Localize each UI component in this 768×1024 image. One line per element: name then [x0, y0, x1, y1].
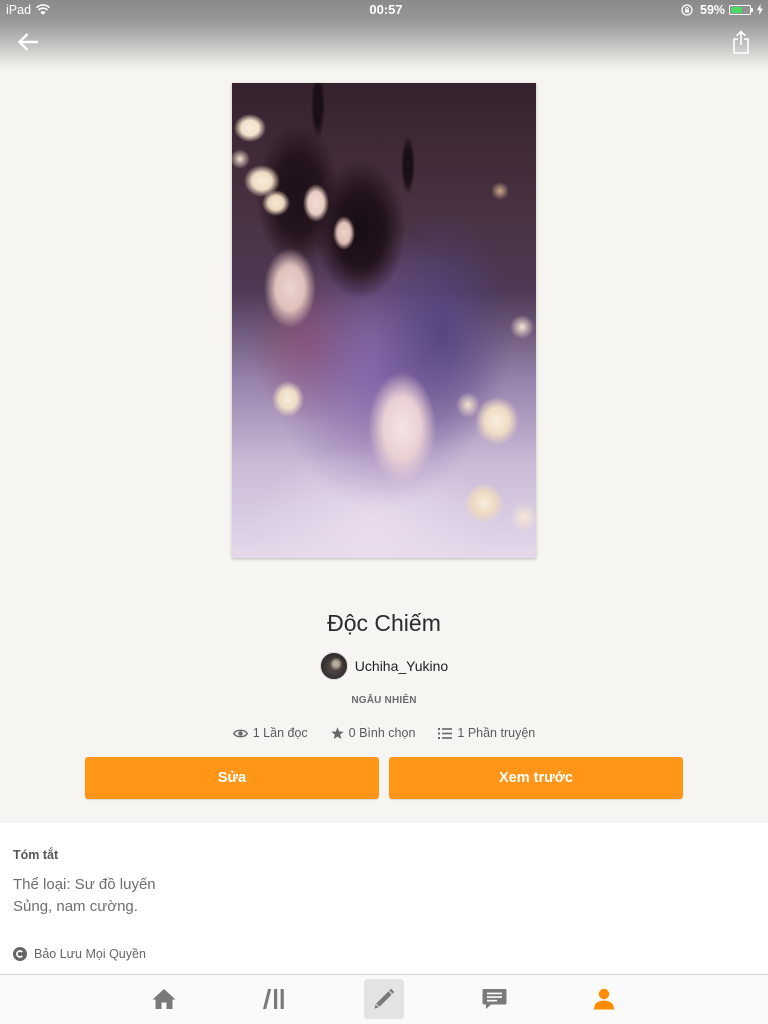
stat-parts-label: 1 Phần truyện	[457, 726, 536, 740]
summary-heading: Tóm tắt	[13, 848, 59, 862]
tab-profile[interactable]	[584, 979, 624, 1019]
tab-home[interactable]	[144, 979, 184, 1019]
rotation-lock-icon	[681, 4, 693, 16]
story-cover	[232, 83, 536, 558]
wifi-icon	[36, 4, 50, 15]
star-icon	[330, 726, 344, 739]
tab-write[interactable]	[364, 979, 404, 1019]
stat-parts: 1 Phần truyện	[438, 724, 535, 742]
copyright-notice: Bảo Lưu Mọi Quyền	[13, 946, 146, 962]
tab-messages[interactable]	[474, 979, 514, 1019]
author-avatar	[319, 652, 348, 680]
stat-reads-label: 1 Lần đọc	[252, 726, 308, 740]
pencil-icon	[374, 988, 395, 1009]
tab-library[interactable]	[254, 979, 294, 1019]
back-arrow-icon	[17, 33, 38, 51]
author-row[interactable]: Uchiha_Yukino	[0, 652, 768, 680]
share-icon	[733, 30, 749, 54]
stat-reads: 1 Lần đọc	[232, 724, 308, 742]
home-icon	[152, 989, 176, 1009]
author-name: Uchiha_Yukino	[354, 658, 449, 674]
back-button[interactable]	[11, 26, 45, 58]
battery-icon	[729, 5, 753, 15]
list-icon	[438, 727, 453, 739]
preview-button[interactable]: Xem trước	[389, 757, 683, 799]
battery-level	[731, 7, 742, 13]
summary-text: Thể loại: Sư đồ luyến Sủng, nam cường.	[13, 874, 156, 918]
share-button[interactable]	[725, 26, 757, 58]
summary-line: Thể loại: Sư đồ luyến	[13, 876, 156, 893]
story-stats: 1 Lần đọc 0 Bình chọn 1 Phần truyện	[0, 724, 768, 742]
summary-line: Sủng, nam cường.	[13, 898, 138, 915]
battery-percentage: 59%	[700, 3, 726, 17]
profile-icon	[594, 988, 614, 1010]
copyright-label: Bảo Lưu Mọi Quyền	[34, 947, 146, 961]
summary-section: Tóm tắt Thể loại: Sư đồ luyến Sủng, nam …	[0, 823, 768, 974]
screen: iPad 00:57 59% Độc Chiếm Uchiha_Yukino N…	[0, 0, 768, 1024]
device-name: iPad	[6, 3, 32, 17]
tab-bar	[0, 974, 768, 1024]
stat-votes: 0 Bình chọn	[330, 724, 416, 742]
story-category: NGẪU NHIÊN	[351, 695, 417, 706]
stat-votes-label: 0 Bình chọn	[348, 726, 416, 740]
eye-icon	[232, 729, 248, 737]
library-icon	[263, 989, 284, 1009]
chat-icon	[482, 989, 506, 1009]
charging-bolt-icon	[757, 4, 763, 15]
edit-button[interactable]: Sửa	[85, 757, 379, 799]
story-title: Độc Chiếm	[327, 610, 441, 636]
clock: 00:57	[369, 2, 403, 17]
copyright-icon	[13, 947, 27, 961]
status-bar: iPad 00:57 59%	[0, 0, 768, 20]
